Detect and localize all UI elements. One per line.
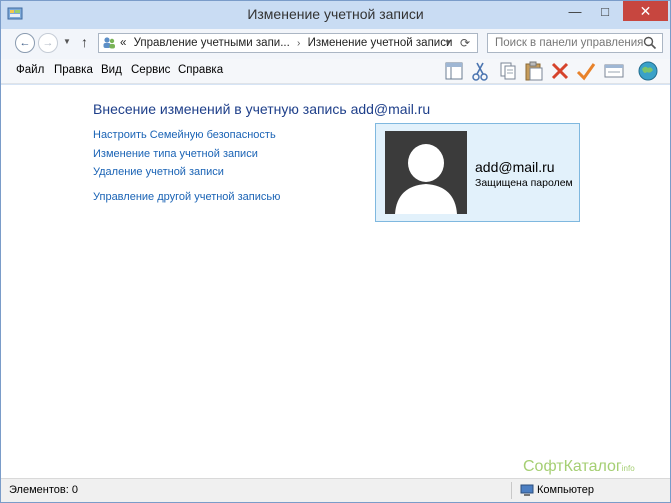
check-icon[interactable] (575, 60, 597, 82)
breadcrumb-separator[interactable]: › (297, 38, 300, 49)
location-label: Компьютер (537, 484, 594, 496)
close-button[interactable]: ✕ (623, 1, 668, 21)
breadcrumb: « Управление учетными запи... › Изменени… (120, 37, 452, 49)
status-divider (511, 482, 512, 499)
minimize-button[interactable]: — (561, 1, 589, 21)
watermark-suffix: info (621, 464, 635, 473)
address-bar[interactable]: « Управление учетными запи... › Изменени… (98, 33, 478, 53)
watermark-text: СофтКаталог (523, 458, 622, 475)
arrow-right-icon: → (42, 37, 54, 49)
menu-edit[interactable]: Правка (54, 64, 93, 76)
breadcrumb-item-user-accounts[interactable]: Управление учетными запи... (134, 37, 290, 49)
watermark: СофтКаталогinfo (523, 458, 635, 476)
family-safety-link[interactable]: Настроить Семейную безопасность (93, 129, 276, 141)
recent-pages-dropdown[interactable]: ▼ (63, 37, 71, 46)
breadcrumb-item-change-account[interactable]: Изменение учетной записи (308, 37, 453, 49)
user-accounts-icon (102, 36, 116, 50)
user-silhouette-icon (395, 144, 457, 214)
navigation-bar: ← → ▼ ↑ « Управление учетными запи... › … (1, 29, 670, 59)
breadcrumb-overflow[interactable]: « (120, 37, 126, 49)
address-dropdown[interactable]: ▼ (444, 38, 452, 47)
page-title: Внесение изменений в учетную запись add@… (93, 101, 431, 117)
delete-icon[interactable] (549, 60, 571, 82)
layout-icon[interactable] (443, 60, 465, 82)
status-bar: Элементов: 0 Компьютер (1, 478, 670, 502)
main-content: Внесение изменений в учетную запись add@… (1, 85, 670, 478)
search-icon[interactable] (643, 36, 657, 50)
cut-icon[interactable] (469, 60, 491, 82)
items-count: Элементов: 0 (9, 484, 78, 496)
search-input[interactable]: Поиск в панели управления (487, 33, 663, 53)
search-placeholder: Поиск в панели управления (495, 37, 644, 49)
arrow-left-icon: ← (19, 37, 31, 49)
menu-bar: Файл Правка Вид Сервис Справка (1, 59, 670, 84)
manage-another-account-link[interactable]: Управление другой учетной записью (93, 191, 280, 203)
forward-button[interactable]: → (38, 33, 58, 53)
account-status: Защищена паролем (475, 177, 573, 189)
account-card: add@mail.ru Защищена паролем (375, 123, 580, 222)
menu-help[interactable]: Справка (178, 64, 223, 76)
menu-tools[interactable]: Сервис (131, 64, 170, 76)
title-bar[interactable]: Изменение учетной записи — □ ✕ (1, 1, 670, 29)
refresh-icon[interactable]: ⟳ (460, 36, 470, 50)
properties-icon[interactable] (603, 60, 625, 82)
back-button[interactable]: ← (15, 33, 35, 53)
maximize-button[interactable]: □ (591, 1, 619, 21)
menu-file[interactable]: Файл (16, 64, 44, 76)
control-panel-window: Изменение учетной записи — □ ✕ ← → ▼ ↑ «… (0, 0, 671, 503)
menu-view[interactable]: Вид (101, 64, 122, 76)
globe-icon[interactable] (637, 60, 659, 82)
up-button[interactable]: ↑ (81, 34, 88, 50)
computer-icon (520, 483, 534, 497)
delete-account-link[interactable]: Удаление учетной записи (93, 166, 224, 178)
avatar (385, 131, 467, 214)
account-name: add@mail.ru (475, 159, 555, 175)
copy-icon[interactable] (497, 60, 519, 82)
paste-icon[interactable] (523, 60, 545, 82)
change-account-type-link[interactable]: Изменение типа учетной записи (93, 148, 258, 160)
